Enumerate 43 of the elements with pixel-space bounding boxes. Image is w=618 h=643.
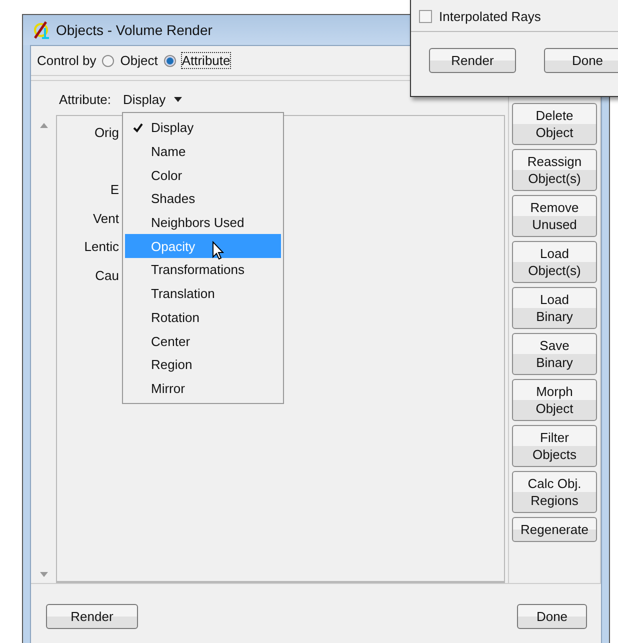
row-label: Vent bbox=[92, 210, 119, 228]
checkbox[interactable]: Interpolated Rays bbox=[419, 9, 618, 24]
side-button[interactable]: Delete Object bbox=[512, 103, 597, 145]
menu-item[interactable]: Translation bbox=[125, 282, 281, 306]
control-by-label: Control by bbox=[37, 53, 96, 68]
side-button[interactable]: Remove Unused bbox=[512, 195, 597, 237]
side-button[interactable]: Save Binary bbox=[512, 333, 597, 375]
side-button[interactable]: Load Object(s) bbox=[512, 241, 597, 283]
row-label: Cau bbox=[95, 268, 119, 284]
checkmark-icon bbox=[133, 122, 143, 133]
menu-item[interactable]: Transformations bbox=[125, 258, 281, 282]
menu-item[interactable]: Rotation bbox=[125, 306, 281, 330]
dialog-button[interactable]: Render bbox=[429, 48, 516, 73]
mouse-pointer-icon bbox=[212, 241, 224, 260]
radio-option[interactable]: Attribute bbox=[164, 53, 230, 68]
side-button[interactable]: Filter Objects bbox=[512, 425, 597, 467]
scroll-down-icon[interactable] bbox=[40, 572, 48, 577]
row-label: E bbox=[110, 182, 119, 199]
side-button[interactable]: Load Binary bbox=[512, 287, 597, 329]
side-button[interactable]: Regenerate bbox=[512, 517, 597, 542]
scroll-up-icon[interactable] bbox=[40, 123, 48, 128]
side-button[interactable]: Calc Obj. Regions bbox=[512, 471, 597, 513]
row-label: Orig bbox=[94, 125, 119, 142]
side-button[interactable]: Morph Object bbox=[512, 379, 597, 421]
row-label: Lentic bbox=[84, 239, 119, 256]
menu-item[interactable]: Center bbox=[125, 329, 281, 353]
attribute-dropdown[interactable]: Display bbox=[123, 92, 182, 106]
side-button[interactable]: Reassign Object(s) bbox=[512, 149, 597, 191]
menu-item[interactable]: Shades bbox=[125, 187, 281, 211]
attribute-label: Attribute: bbox=[59, 92, 112, 106]
dialog-button[interactable]: Done bbox=[517, 604, 587, 629]
menu-item[interactable]: Color bbox=[125, 163, 281, 188]
radio-option[interactable]: Object bbox=[102, 53, 158, 68]
menu-item[interactable]: Region bbox=[125, 352, 281, 377]
menu-item[interactable]: Neighbors Used bbox=[125, 210, 281, 234]
menu-item[interactable]: Name bbox=[125, 140, 281, 164]
menu-item[interactable]: Mirror bbox=[125, 376, 281, 400]
caret-icon bbox=[174, 96, 182, 102]
menu-item[interactable]: Display bbox=[125, 116, 281, 140]
window-title: Objects - Volume Render bbox=[56, 22, 212, 38]
dialog-button[interactable]: Done bbox=[544, 48, 618, 73]
app-icon bbox=[32, 20, 52, 40]
dialog-button[interactable]: Render bbox=[46, 604, 138, 629]
